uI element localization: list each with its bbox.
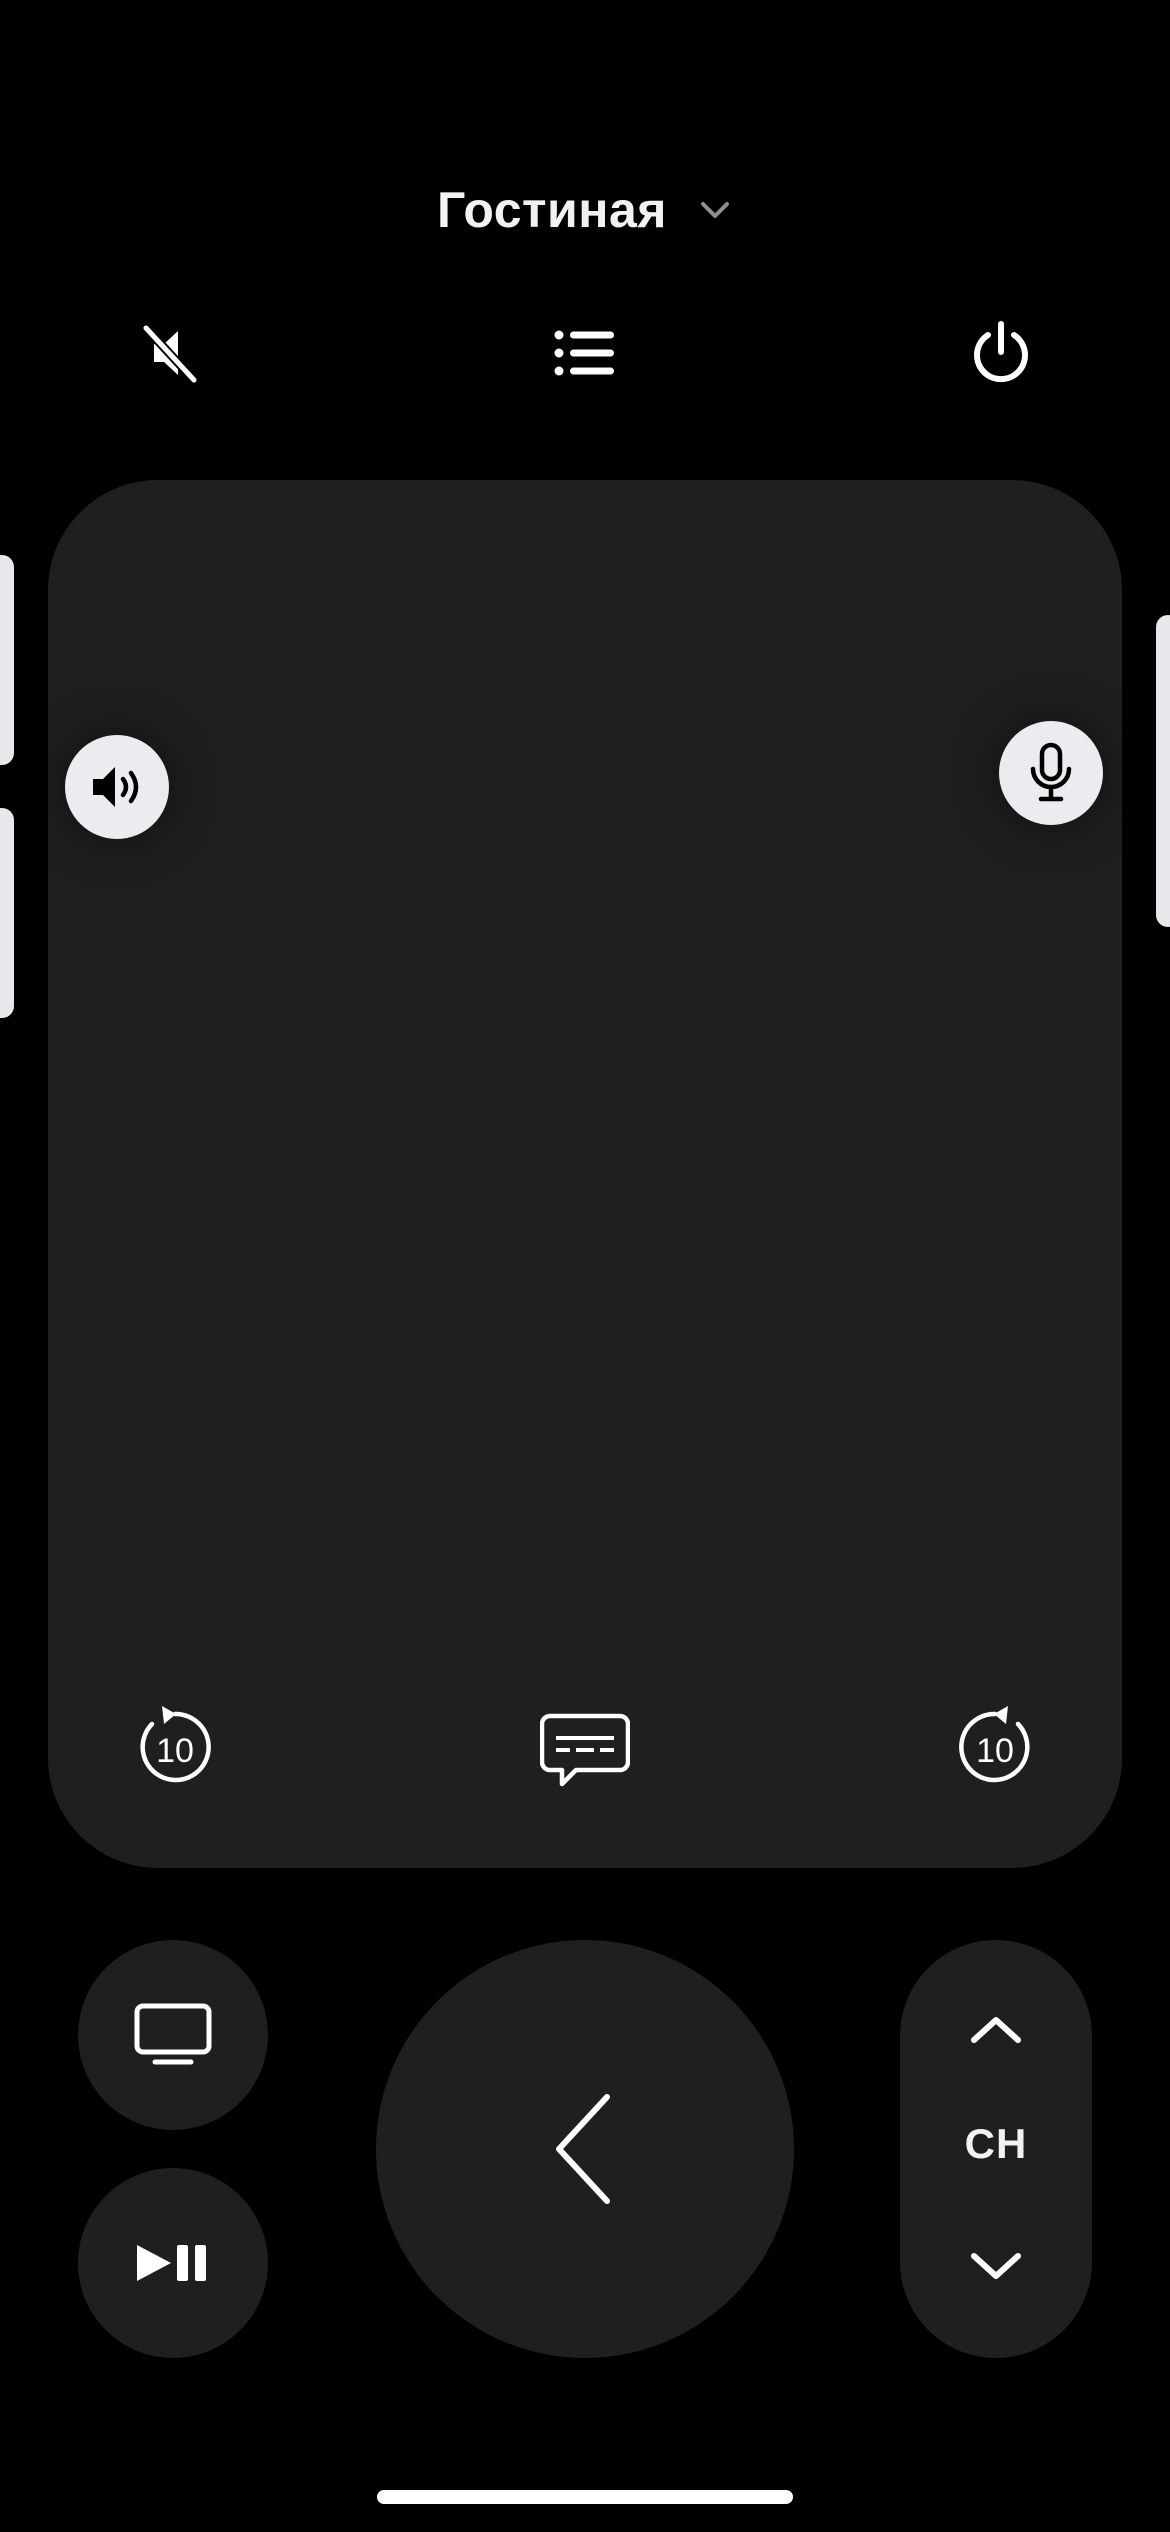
power-button[interactable]	[961, 315, 1041, 395]
power-icon	[966, 318, 1036, 393]
speaker-slash-icon	[134, 318, 204, 393]
channel-down-button[interactable]	[966, 2246, 1026, 2286]
back-button[interactable]	[376, 1940, 794, 2358]
menu-list-button[interactable]	[545, 315, 625, 395]
chevron-left-icon	[556, 2094, 610, 2204]
microphone-icon	[1030, 742, 1072, 802]
home-indicator[interactable]	[377, 2490, 793, 2504]
device-name: Гостиная	[437, 182, 667, 238]
device-selector[interactable]: Гостиная	[0, 180, 1170, 240]
list-icon	[550, 323, 620, 388]
skip-forward-label: 10	[976, 1732, 1014, 1770]
play-pause-icon	[137, 2245, 206, 2281]
tv-button[interactable]	[78, 1940, 268, 2130]
speaker-wave-icon	[93, 767, 139, 807]
channel-label: CH	[964, 2120, 1028, 2167]
captions-bubble-icon	[540, 1713, 630, 1787]
chevron-up-icon	[971, 2017, 1021, 2043]
mute-button[interactable]	[129, 315, 209, 395]
play-pause-button[interactable]	[78, 2168, 268, 2358]
skip-back-label: 10	[156, 1732, 194, 1770]
channel-up-button[interactable]	[966, 2010, 1026, 2050]
touchpad[interactable]: 10 10	[48, 480, 1122, 1868]
chevron-down-icon	[971, 2253, 1021, 2279]
chevron-down-icon	[697, 192, 733, 228]
left-edge-handle-bottom[interactable]	[0, 808, 14, 1018]
channel-control: CH	[900, 1940, 1092, 2358]
skip-forward-button[interactable]: 10	[950, 1702, 1040, 1792]
right-edge-handle[interactable]	[1156, 615, 1170, 927]
volume-button[interactable]	[65, 735, 169, 839]
skip-back-button[interactable]: 10	[130, 1702, 220, 1792]
captions-button[interactable]	[540, 1702, 630, 1792]
left-edge-handle-top[interactable]	[0, 555, 14, 765]
tv-icon	[134, 2003, 212, 2065]
siri-microphone-button[interactable]	[999, 721, 1103, 825]
